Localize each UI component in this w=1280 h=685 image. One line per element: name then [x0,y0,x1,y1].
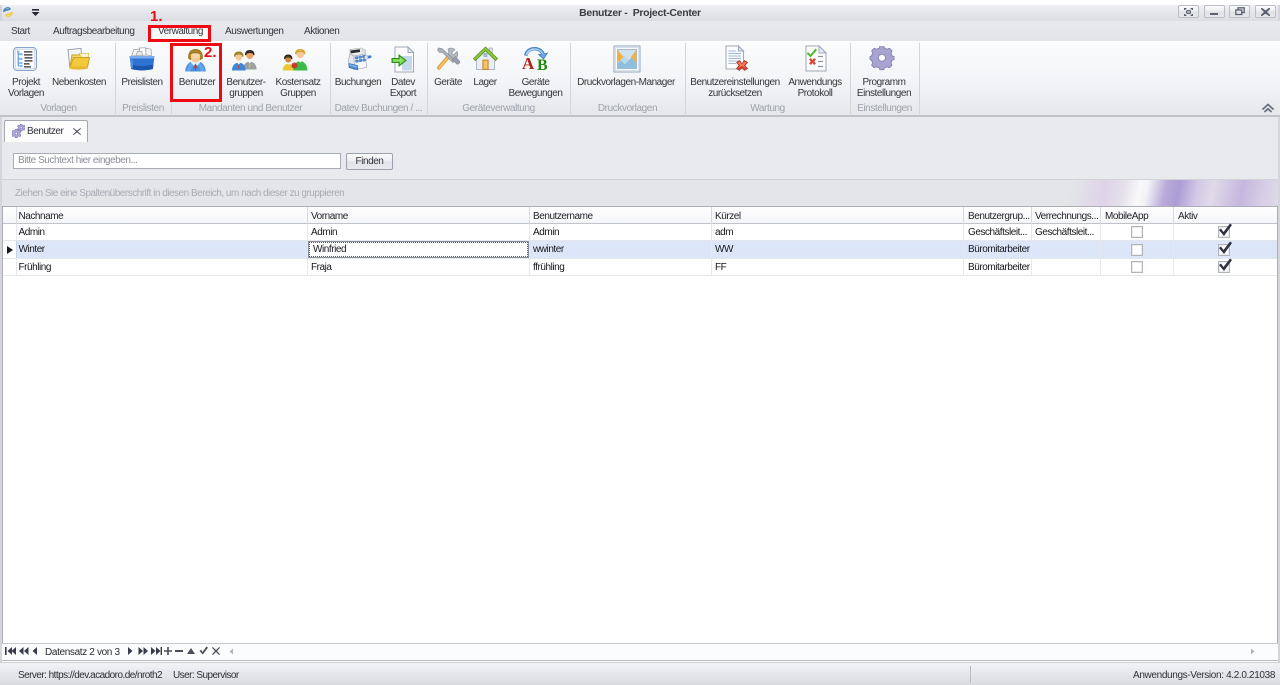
svg-text:B: B [537,57,548,71]
svg-text:A: A [522,54,535,71]
